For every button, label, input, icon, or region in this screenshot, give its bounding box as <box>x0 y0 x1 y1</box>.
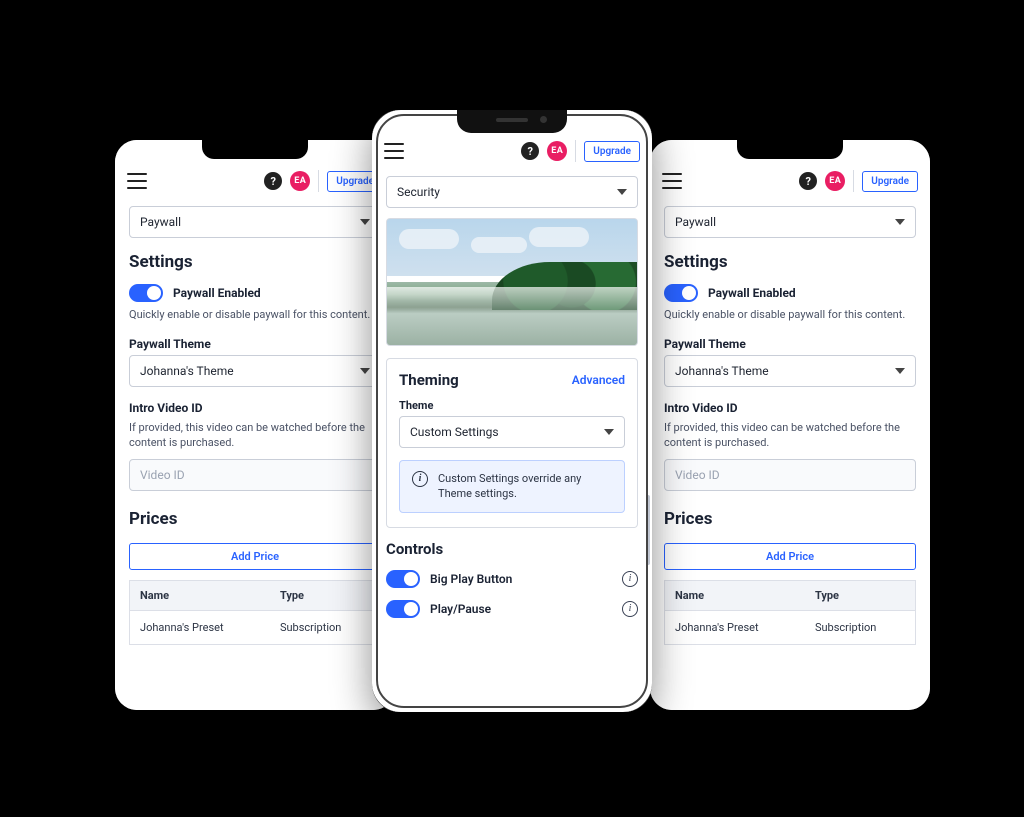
settings-title: Settings <box>664 252 916 272</box>
theme-label: Theme <box>399 399 625 412</box>
paywall-theme-dropdown[interactable]: Johanna's Theme <box>664 355 916 387</box>
menu-icon[interactable] <box>384 143 404 159</box>
paywall-theme-value: Johanna's Theme <box>675 364 769 378</box>
advanced-link[interactable]: Advanced <box>572 373 625 387</box>
cell-type: Subscription <box>805 610 916 644</box>
upgrade-button[interactable]: Upgrade <box>862 171 918 192</box>
upgrade-button[interactable]: Upgrade <box>584 141 640 162</box>
settings-title: Settings <box>129 252 381 272</box>
chevron-down-icon <box>360 368 370 374</box>
dropdown-value: Paywall <box>675 215 716 229</box>
intro-video-id-label: Intro Video ID <box>129 401 381 415</box>
theme-value: Custom Settings <box>410 425 499 439</box>
big-play-label: Big Play Button <box>430 572 612 586</box>
notch <box>457 110 567 133</box>
controls-title: Controls <box>386 540 638 558</box>
add-price-button[interactable]: Add Price <box>664 543 916 570</box>
col-name: Name <box>665 580 805 610</box>
paywall-enabled-toggle[interactable] <box>129 284 163 302</box>
paywall-theme-dropdown[interactable]: Johanna's Theme <box>129 355 381 387</box>
chevron-down-icon <box>604 429 614 435</box>
table-row[interactable]: Johanna's Preset Subscription <box>130 610 381 644</box>
theme-dropdown[interactable]: Custom Settings <box>399 416 625 448</box>
custom-settings-notice: i Custom Settings override any Theme set… <box>399 460 625 513</box>
big-play-toggle[interactable] <box>386 570 420 588</box>
dropdown-value: Paywall <box>140 215 181 229</box>
paywall-enabled-label: Paywall Enabled <box>708 286 796 300</box>
cell-type: Subscription <box>270 610 381 644</box>
prices-table: Name Type Johanna's Preset Subscription <box>664 580 916 645</box>
info-icon[interactable]: i <box>622 571 638 587</box>
col-type: Type <box>270 580 381 610</box>
play-pause-label: Play/Pause <box>430 602 612 616</box>
divider <box>853 170 854 192</box>
help-icon[interactable]: ? <box>521 142 539 160</box>
intro-video-id-input[interactable] <box>129 459 381 491</box>
menu-icon[interactable] <box>662 173 682 189</box>
cell-name: Johanna's Preset <box>665 610 805 644</box>
help-icon[interactable]: ? <box>264 172 282 190</box>
chevron-down-icon <box>360 219 370 225</box>
scrollbar[interactable] <box>646 495 650 565</box>
notch <box>737 140 843 159</box>
col-name: Name <box>130 580 270 610</box>
topbar: ? EA Upgrade <box>372 130 652 170</box>
divider <box>318 170 319 192</box>
topbar: ? EA Upgrade <box>650 160 930 200</box>
video-preview[interactable] <box>386 218 638 346</box>
cell-name: Johanna's Preset <box>130 610 270 644</box>
section-dropdown[interactable]: Paywall <box>664 206 916 238</box>
avatar[interactable]: EA <box>825 171 845 191</box>
col-type: Type <box>805 580 916 610</box>
dropdown-value: Security <box>397 185 440 199</box>
topbar: ? EA Upgrade <box>115 160 395 200</box>
intro-video-id-help: If provided, this video can be watched b… <box>664 421 916 451</box>
section-dropdown[interactable]: Paywall <box>129 206 381 238</box>
paywall-enabled-label: Paywall Enabled <box>173 286 261 300</box>
play-pause-toggle[interactable] <box>386 600 420 618</box>
chevron-down-icon <box>617 189 627 195</box>
section-dropdown[interactable]: Security <box>386 176 638 208</box>
paywall-theme-label: Paywall Theme <box>664 337 916 351</box>
prices-table: Name Type Johanna's Preset Subscription <box>129 580 381 645</box>
help-icon[interactable]: ? <box>799 172 817 190</box>
menu-icon[interactable] <box>127 173 147 189</box>
intro-video-id-help: If provided, this video can be watched b… <box>129 421 381 451</box>
paywall-enabled-help: Quickly enable or disable paywall for th… <box>664 308 916 323</box>
phone-center: ? EA Upgrade Security Theming Advanced T… <box>372 110 652 712</box>
info-icon: i <box>412 471 428 487</box>
theming-card: Theming Advanced Theme Custom Settings i… <box>386 358 638 528</box>
add-price-button[interactable]: Add Price <box>129 543 381 570</box>
table-row[interactable]: Johanna's Preset Subscription <box>665 610 916 644</box>
control-big-play: Big Play Button i <box>372 564 652 594</box>
notice-text: Custom Settings override any Theme setti… <box>438 471 612 502</box>
intro-video-id-input[interactable] <box>664 459 916 491</box>
intro-video-id-label: Intro Video ID <box>664 401 916 415</box>
divider <box>575 140 576 162</box>
avatar[interactable]: EA <box>547 141 567 161</box>
info-icon[interactable]: i <box>622 601 638 617</box>
phone-left: ? EA Upgrade Paywall Settings Paywall En… <box>115 140 395 710</box>
phone-right: ? EA Upgrade Paywall Settings Paywall En… <box>650 140 930 710</box>
chevron-down-icon <box>895 368 905 374</box>
paywall-enabled-toggle[interactable] <box>664 284 698 302</box>
chevron-down-icon <box>895 219 905 225</box>
paywall-theme-label: Paywall Theme <box>129 337 381 351</box>
theming-title: Theming <box>399 371 459 389</box>
control-play-pause: Play/Pause i <box>372 594 652 624</box>
avatar[interactable]: EA <box>290 171 310 191</box>
paywall-theme-value: Johanna's Theme <box>140 364 234 378</box>
notch <box>202 140 308 159</box>
prices-title: Prices <box>664 509 916 529</box>
paywall-enabled-help: Quickly enable or disable paywall for th… <box>129 308 381 323</box>
prices-title: Prices <box>129 509 381 529</box>
